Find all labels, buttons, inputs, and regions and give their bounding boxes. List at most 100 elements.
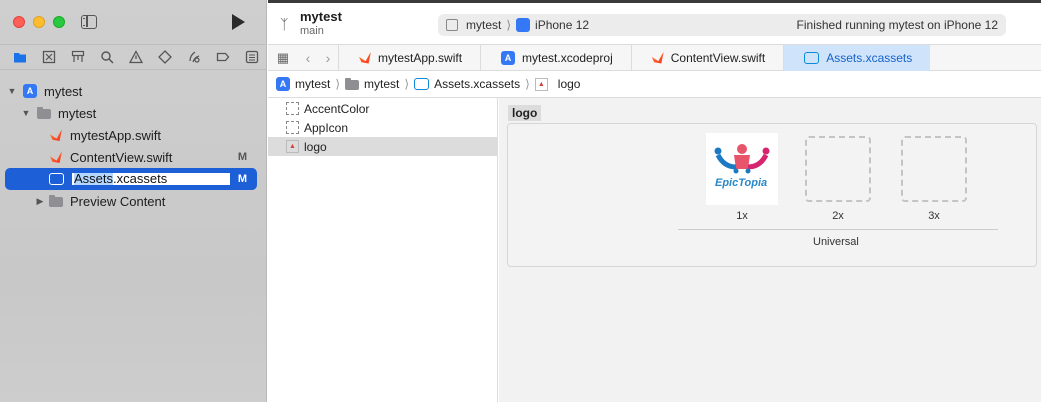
- back-icon[interactable]: ‹: [306, 50, 311, 66]
- tree-root-label: mytest: [44, 83, 83, 99]
- scale-label: 3x: [928, 210, 940, 222]
- swift-file-icon: [359, 51, 371, 64]
- asset-catalog-icon: [414, 78, 430, 90]
- tab-label: mytest.xcodeproj: [522, 50, 613, 65]
- tree-group-row[interactable]: ▼ mytest: [0, 102, 267, 124]
- tree-group-label: mytest: [58, 105, 97, 121]
- run-destination[interactable]: iPhone 12: [535, 18, 589, 32]
- tab-mytest-xcodeproj[interactable]: Amytest.xcodeproj: [480, 44, 631, 71]
- branch-name[interactable]: main: [300, 25, 324, 37]
- scheme-name[interactable]: mytest: [466, 18, 501, 32]
- find-navigator-icon[interactable]: [92, 47, 121, 67]
- close-window-button[interactable]: [13, 16, 25, 28]
- logo-image: [714, 144, 770, 174]
- asset-list-item-selected[interactable]: ▲ logo: [268, 137, 497, 156]
- color-set-icon: [286, 102, 299, 115]
- tree-file-label: ContentView.swift: [70, 149, 173, 165]
- swift-file-icon: [50, 129, 62, 141]
- project-file-icon: A: [501, 50, 516, 65]
- image-set-icon: ▲: [534, 77, 548, 91]
- activity-status: Finished running mytest on iPhone 12: [796, 18, 998, 32]
- image-slot-3x[interactable]: [901, 136, 967, 202]
- jumpbar-item[interactable]: mytest: [364, 77, 399, 91]
- tree-group-row[interactable]: ▶ Preview Content: [0, 190, 267, 212]
- scale-label: 1x: [736, 210, 748, 222]
- asset-label: logo: [304, 139, 327, 154]
- navigator-selector-bar: [0, 44, 267, 70]
- forward-icon[interactable]: ›: [326, 50, 331, 66]
- status-badge: M: [237, 173, 247, 185]
- asset-detail: logo EpicTopia 1x 2x 3x Universal: [499, 98, 1041, 402]
- tree-group-label: Preview Content: [70, 193, 166, 209]
- rename-input[interactable]: Assets .xcassets: [70, 171, 232, 187]
- navigator-sidebar: ▼ A mytest ▼ mytest mytestApp.swift Cont…: [0, 0, 267, 402]
- scheme-icon: [446, 19, 458, 31]
- tab-assets-xcassets[interactable]: Assets.xcassets: [783, 44, 931, 71]
- tree-file-row[interactable]: ContentView.swift M: [0, 146, 267, 168]
- image-set-icon: ▲: [286, 140, 299, 153]
- project-name: mytest: [300, 9, 342, 24]
- project-tree: ▼ A mytest ▼ mytest mytestApp.swift Cont…: [0, 80, 267, 212]
- jumpbar-item[interactable]: logo: [558, 77, 581, 91]
- status-badge: M: [237, 151, 247, 163]
- zoom-window-button[interactable]: [53, 16, 65, 28]
- jumpbar-item[interactable]: Assets.xcassets: [434, 77, 520, 91]
- branch-icon: ᛉ: [280, 16, 289, 32]
- grid-icon[interactable]: ▦: [268, 50, 298, 66]
- jumpbar-item[interactable]: mytest: [295, 77, 330, 91]
- chevron-down-icon[interactable]: ▼: [6, 86, 18, 96]
- minimize-window-button[interactable]: [33, 16, 45, 28]
- device-icon: [516, 18, 531, 32]
- scale-label: 2x: [832, 210, 844, 222]
- sidebar-toggle-icon[interactable]: [81, 15, 97, 29]
- scheme-selector[interactable]: mytest ⟩ iPhone 12 Finished running myte…: [438, 14, 1006, 36]
- rename-rest-text: .xcassets: [113, 171, 168, 186]
- debug-navigator-icon[interactable]: [180, 47, 209, 67]
- image-set-box: EpicTopia 1x 2x 3x Universal: [507, 123, 1037, 267]
- chevron-right-icon: ⟩: [525, 77, 530, 91]
- swift-file-icon: [651, 51, 664, 64]
- device-group-label: Universal: [813, 236, 859, 248]
- tab-contentview-swift[interactable]: ContentView.swift: [630, 44, 784, 71]
- project-file-icon: A: [23, 84, 37, 98]
- breakpoint-navigator-icon[interactable]: [209, 47, 238, 67]
- tab-label: mytestApp.swift: [378, 50, 463, 65]
- issue-navigator-icon[interactable]: [121, 47, 150, 67]
- tab-label: ContentView.swift: [670, 50, 766, 65]
- asset-label: AppIcon: [304, 120, 349, 135]
- tree-file-label: mytestApp.swift: [70, 127, 162, 143]
- divider: [678, 229, 998, 230]
- xcode-window: ▼ A mytest ▼ mytest mytestApp.swift Cont…: [0, 0, 1041, 402]
- project-navigator-icon[interactable]: [5, 47, 34, 67]
- run-button[interactable]: [232, 14, 245, 30]
- editor-area: ᛉ mytest main mytest ⟩ iPhone 12 Finishe…: [268, 0, 1041, 402]
- chevron-right-icon: ⟩: [506, 18, 512, 32]
- image-set-name[interactable]: logo: [508, 105, 542, 121]
- project-file-icon: A: [276, 77, 290, 91]
- asset-list-item[interactable]: AccentColor: [268, 99, 497, 118]
- asset-list: AccentColor AppIcon ▲ logo: [268, 98, 498, 402]
- report-navigator-icon[interactable]: [238, 47, 267, 67]
- symbol-navigator-icon[interactable]: [63, 47, 92, 67]
- folder-icon: [37, 107, 51, 119]
- tab-label: Assets.xcassets: [826, 50, 913, 65]
- source-control-navigator-icon[interactable]: [34, 47, 63, 67]
- tree-file-row[interactable]: mytestApp.swift: [0, 124, 267, 146]
- chevron-right-icon[interactable]: ▶: [34, 196, 46, 207]
- image-slot-2x[interactable]: [805, 136, 871, 202]
- app-icon-set-icon: [286, 121, 299, 134]
- folder-icon: [49, 195, 63, 207]
- swift-file-icon: [50, 151, 62, 163]
- logo-wordmark: EpicTopia: [715, 177, 768, 189]
- asset-list-item[interactable]: AppIcon: [268, 118, 497, 137]
- chevron-right-icon: ⟩: [404, 77, 410, 91]
- folder-icon: [345, 78, 360, 90]
- tab-mytestapp-swift[interactable]: mytestApp.swift: [338, 44, 480, 71]
- window-toolbar: ᛉ mytest main mytest ⟩ iPhone 12 Finishe…: [268, 0, 1041, 44]
- test-navigator-icon[interactable]: [151, 47, 180, 67]
- jump-bar: A mytest ⟩ mytest ⟩ Assets.xcassets ⟩ ▲ …: [268, 71, 1041, 98]
- chevron-down-icon[interactable]: ▼: [20, 108, 32, 118]
- tree-root-row[interactable]: ▼ A mytest: [0, 80, 267, 102]
- image-slot-1x[interactable]: EpicTopia: [706, 133, 778, 205]
- tree-file-row-selected[interactable]: Assets .xcassets M: [5, 168, 257, 190]
